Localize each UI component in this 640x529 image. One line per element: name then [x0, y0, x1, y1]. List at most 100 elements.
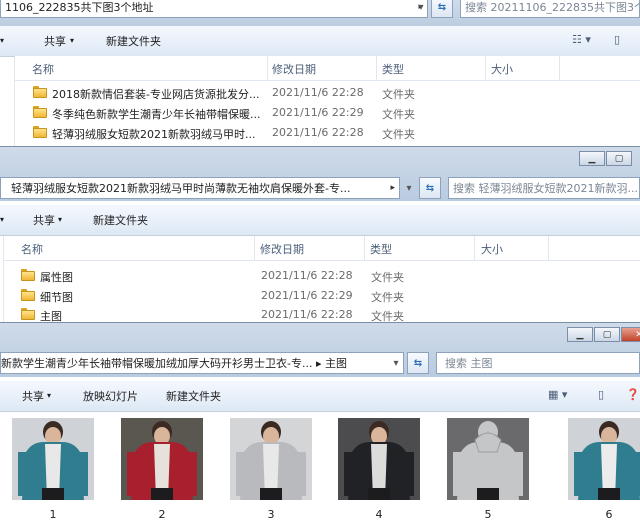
share-dropdown-icon[interactable]: ▾ [70, 36, 74, 45]
command-toolbar: ▾ 共享 ▾ 新建文件夹 ☷ ▾ ▯ [0, 26, 640, 57]
address-bar[interactable]: 轻薄羽绒服女短款2021新款羽绒马甲时尚薄款无袖坎肩保暖外套-专... ▸ [0, 177, 400, 199]
window3-titlebar: ▁ ▢ ✕ 新款学生潮青少年长袖带帽保暖加绒加厚大码开衫男士卫衣-专... ▸ … [0, 323, 640, 377]
column-size[interactable]: 大小 [481, 241, 503, 257]
column-type[interactable]: 类型 [382, 61, 404, 77]
search-placeholder: 搜索 主图 [445, 357, 493, 370]
refresh-button[interactable]: ⇆ [431, 0, 453, 18]
minimize-button[interactable]: ▁ [567, 327, 593, 342]
list-item[interactable]: 轻薄羽绒服女短款2021新款羽绒马甲时... 2021/11/6 22:28 文… [0, 123, 640, 143]
address-dropdown-button[interactable]: ▾ [412, 0, 430, 18]
list-item[interactable]: 冬季纯色新款学生潮青少年长袖带帽保暖... 2021/11/6 22:29 文件… [0, 103, 640, 123]
search-input[interactable]: 搜索 主图 [436, 352, 640, 374]
item-type: 文件夹 [382, 128, 415, 141]
column-divider[interactable] [364, 236, 365, 260]
column-name[interactable]: 名称 [32, 61, 54, 77]
column-name[interactable]: 名称 [21, 241, 43, 257]
column-header: 名称 修改日期 类型 大小 [4, 236, 640, 261]
thumbnail-image[interactable] [338, 418, 420, 500]
column-divider[interactable] [485, 56, 486, 80]
jacket-photo [338, 418, 420, 500]
view-options-icon[interactable]: ☷ ▾ [572, 33, 591, 46]
window-controls: ▁ ▢ ✕ [566, 327, 640, 342]
window-controls: ▁ ▢ [578, 151, 632, 166]
new-folder-button[interactable]: 新建文件夹 [93, 212, 148, 228]
column-divider[interactable] [267, 56, 268, 80]
jacket-photo [230, 418, 312, 500]
folder-icon [33, 106, 47, 118]
share-button[interactable]: 共享 [44, 33, 66, 49]
thumbnail-image[interactable] [230, 418, 312, 500]
share-dropdown-icon[interactable]: ▾ [58, 215, 62, 224]
maximize-button[interactable]: ▢ [606, 151, 632, 166]
thumbnail-image[interactable] [447, 418, 529, 500]
address-text: 1106_222835共下图3个地址 [5, 1, 154, 14]
thumbnail-image[interactable] [121, 418, 203, 500]
item-type: 文件夹 [371, 310, 404, 323]
preview-pane-icon[interactable]: ▯ [614, 33, 620, 46]
column-divider[interactable] [376, 56, 377, 80]
address-dropdown-button[interactable]: ▾ [388, 352, 404, 374]
list-item[interactable]: 2018新款情侣套装-专业网店货源批发分... 2021/11/6 22:28 … [0, 83, 640, 103]
command-toolbar: ▾ 共享 ▾ 新建文件夹 [0, 205, 640, 236]
column-divider[interactable] [548, 236, 549, 260]
jacket-photo [447, 418, 529, 500]
column-type[interactable]: 类型 [370, 241, 392, 257]
view-options-icon[interactable]: ▦ ▾ [548, 388, 567, 401]
column-date[interactable]: 修改日期 [272, 61, 316, 77]
address-bar[interactable]: 1106_222835共下图3个地址 ▸ [0, 0, 428, 18]
maximize-button[interactable]: ▢ [594, 327, 620, 342]
slideshow-button[interactable]: 放映幻灯片 [83, 388, 138, 404]
thumbnail-label: 5 [484, 508, 492, 521]
jacket-photo [12, 418, 94, 500]
item-name: 主图 [40, 310, 62, 323]
column-divider[interactable] [474, 236, 475, 260]
new-folder-button[interactable]: 新建文件夹 [106, 33, 161, 49]
thumbnail-image[interactable] [12, 418, 94, 500]
item-date: 2021/11/6 22:28 [272, 126, 364, 139]
item-name: 细节图 [40, 291, 73, 304]
address-bar[interactable]: 新款学生潮青少年长袖带帽保暖加绒加厚大码开衫男士卫衣-专... ▸ 主图 [0, 352, 404, 374]
jacket-photo [121, 418, 203, 500]
refresh-button[interactable]: ⇆ [419, 177, 441, 199]
item-name: 2018新款情侣套装-专业网店货源批发分... [52, 88, 260, 101]
breadcrumb-arrow-icon[interactable]: ▸ [390, 183, 399, 193]
preview-pane-icon[interactable]: ▯ [598, 388, 604, 401]
share-button[interactable]: 共享 [33, 212, 55, 228]
column-date[interactable]: 修改日期 [260, 241, 304, 257]
list-item[interactable]: 细节图 2021/11/6 22:29 文件夹 [0, 286, 640, 306]
organize-dropdown-icon[interactable]: ▾ [0, 215, 4, 224]
item-name: 属性图 [40, 271, 73, 284]
organize-dropdown-icon[interactable]: ▾ [0, 36, 4, 45]
item-date: 2021/11/6 22:29 [272, 106, 364, 119]
help-icon[interactable]: ❓ [626, 388, 640, 401]
item-type: 文件夹 [382, 88, 415, 101]
column-size[interactable]: 大小 [491, 61, 513, 77]
search-placeholder: 搜索 轻薄羽绒服女短款2021新款羽... [453, 182, 638, 195]
explorer-window-3: ▁ ▢ ✕ 新款学生潮青少年长袖带帽保暖加绒加厚大码开衫男士卫衣-专... ▸ … [0, 322, 640, 529]
minimize-button[interactable]: ▁ [579, 151, 605, 166]
share-dropdown-icon[interactable]: ▾ [47, 391, 51, 400]
item-date: 2021/11/6 22:28 [272, 86, 364, 99]
item-date: 2021/11/6 22:28 [261, 269, 353, 282]
search-input[interactable]: 搜索 轻薄羽绒服女短款2021新款羽... [448, 177, 640, 199]
command-toolbar: 共享 ▾ 放映幻灯片 新建文件夹 ▦ ▾ ▯ ❓ [0, 381, 640, 412]
window2-titlebar: ▁ ▢ 轻薄羽绒服女短款2021新款羽绒马甲时尚薄款无袖坎肩保暖外套-专... … [0, 147, 640, 201]
column-divider[interactable] [559, 56, 560, 80]
address-dropdown-button[interactable]: ▾ [400, 177, 418, 199]
list-item[interactable]: 属性图 2021/11/6 22:28 文件夹 [0, 266, 640, 286]
folder-icon [21, 289, 35, 301]
explorer-window-2: ▁ ▢ 轻薄羽绒服女短款2021新款羽绒马甲时尚薄款无袖坎肩保暖外套-专... … [0, 146, 640, 323]
jacket-photo [568, 418, 640, 500]
thumbnail-label: 2 [158, 508, 166, 521]
close-button[interactable]: ✕ [621, 327, 640, 342]
new-folder-button[interactable]: 新建文件夹 [166, 388, 221, 404]
share-button[interactable]: 共享 [22, 388, 44, 404]
thumbnail-image[interactable] [568, 418, 640, 500]
search-input[interactable]: 搜索 20211106_222835共下图3个地址 [460, 0, 640, 18]
list-item[interactable]: 主图 2021/11/6 22:28 文件夹 [0, 305, 640, 323]
refresh-icon: ⇆ [437, 1, 447, 13]
folder-icon [33, 126, 47, 138]
refresh-button[interactable]: ⇆ [407, 352, 429, 374]
item-type: 文件夹 [371, 291, 404, 304]
column-divider[interactable] [254, 236, 255, 260]
